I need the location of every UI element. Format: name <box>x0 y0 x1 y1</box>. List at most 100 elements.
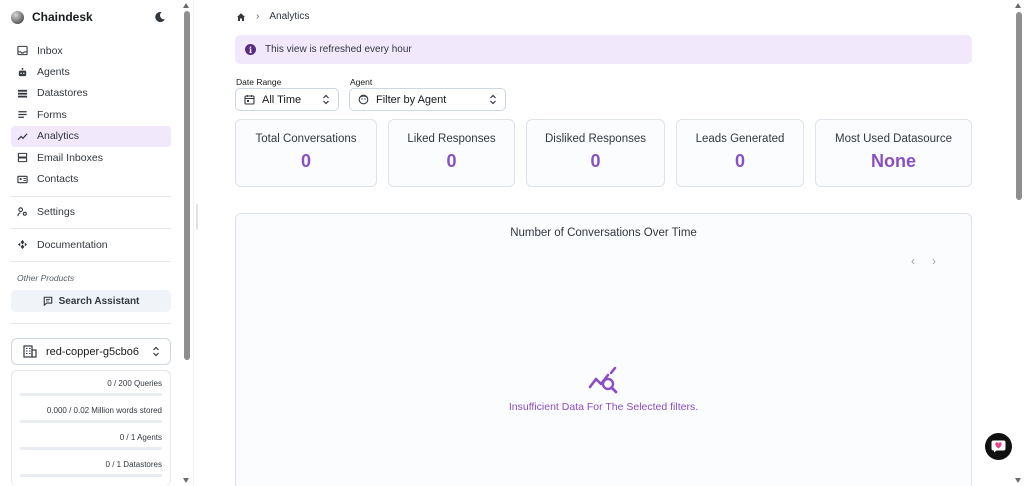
date-range-select[interactable]: All Time <box>235 88 339 111</box>
main-divider <box>193 0 194 486</box>
email-inbox-icon <box>17 152 28 163</box>
sidebar-item-agents[interactable]: Agents <box>11 61 171 82</box>
usage-queries-bar <box>20 393 162 396</box>
chevron-updown-icon <box>153 346 159 357</box>
sidebar-item-inbox[interactable]: Inbox <box>11 40 171 61</box>
alert-text: This view is refreshed every hour <box>265 44 412 55</box>
stat-value: None <box>871 151 916 171</box>
page-scroll-down-arrow[interactable] <box>1015 478 1021 483</box>
settings-icon <box>17 207 27 217</box>
chevron-updown-icon <box>490 94 496 105</box>
sidebar-item-datastores[interactable]: Datastores <box>11 83 171 104</box>
usage-datastores-bar <box>20 474 162 477</box>
agent-face-icon <box>358 94 369 105</box>
sidebar-item-label: Analytics <box>37 130 80 143</box>
forms-icon <box>18 111 27 119</box>
usage-datastores: 0 / 1 Datastores <box>105 460 162 469</box>
list-icon <box>17 89 28 98</box>
stat-value: 0 <box>590 151 601 171</box>
stat-value: 0 <box>734 151 745 171</box>
breadcrumb-separator: › <box>256 11 260 22</box>
info-icon: i <box>245 44 256 55</box>
sidebar-item-settings-wrap: Settings <box>11 201 171 222</box>
stat-card-leads-generated: Leads Generated 0 <box>676 119 804 187</box>
agent-label: Agent <box>350 77 373 87</box>
stat-title: Liked Responses <box>407 133 496 145</box>
sidebar-item-label: Forms <box>37 108 67 121</box>
stat-card-most-used-datasource: Most Used Datasource None <box>815 119 972 187</box>
calendar-icon <box>244 95 255 105</box>
usage-panel: 0 / 200 Queries 0.000 / 0.02 Million wor… <box>11 370 171 486</box>
usage-words-bar <box>20 420 162 423</box>
chat-heart-icon <box>991 440 1006 453</box>
sidebar-item-email-inboxes[interactable]: Email Inboxes <box>11 147 171 168</box>
documentation-icon <box>17 240 28 250</box>
resize-handle[interactable] <box>196 204 198 230</box>
robot-icon <box>18 67 27 76</box>
inbox-icon <box>17 46 28 56</box>
sidebar-item-label: Contacts <box>37 173 79 186</box>
dark-mode-toggle-icon[interactable] <box>154 11 166 23</box>
stat-title: Leads Generated <box>695 133 785 145</box>
sidebar-item-documentation[interactable]: Documentation <box>11 234 171 255</box>
date-range-value: All Time <box>262 93 302 106</box>
sidebar-divider <box>11 261 171 262</box>
breadcrumb-current: Analytics <box>269 11 310 22</box>
conversations-chart-card: Number of Conversations Over Time ‹ › In… <box>235 213 972 486</box>
sidebar-item-forms[interactable]: Forms <box>11 104 171 125</box>
trending-icon <box>17 133 28 140</box>
usage-agents: 0 / 1 Agents <box>119 433 162 442</box>
usage-words: 0.000 / 0.02 Million words stored <box>46 406 162 415</box>
stat-title: Most Used Datasource <box>835 133 952 145</box>
brand[interactable]: Chaindesk <box>11 10 93 24</box>
stat-card-liked-responses: Liked Responses 0 <box>388 119 515 187</box>
chat-icon <box>43 296 52 306</box>
usage-queries: 0 / 200 Queries <box>107 379 162 388</box>
contacts-icon <box>17 175 28 183</box>
search-assistant-button[interactable]: Search Assistant <box>11 290 171 312</box>
sidebar-scrollbar-thumb[interactable] <box>184 11 190 360</box>
home-icon[interactable] <box>236 12 246 22</box>
chart-prev-button[interactable]: ‹ <box>906 254 920 268</box>
refresh-info-alert: i This view is refreshed every hour <box>235 35 972 64</box>
sidebar-scroll-down-arrow[interactable] <box>183 478 189 483</box>
breadcrumb: › Analytics <box>236 11 309 22</box>
stat-title: Total Conversations <box>255 133 357 145</box>
sidebar-scroll-up-arrow[interactable] <box>183 3 189 8</box>
sidebar-divider <box>11 228 171 229</box>
sidebar-item-analytics[interactable]: Analytics <box>11 125 171 147</box>
other-products-label: Other Products <box>17 273 75 283</box>
stat-title: Disliked Responses <box>545 133 646 145</box>
sidebar-item-documentation-wrap: Documentation <box>11 234 171 255</box>
sidebar-divider <box>11 196 171 197</box>
sidebar-item-label: Documentation <box>37 238 108 251</box>
sidebar-item-label: Inbox <box>37 44 63 57</box>
chart-next-button[interactable]: › <box>927 254 941 268</box>
building-icon <box>23 345 37 358</box>
stat-value: 0 <box>446 151 457 171</box>
chart-empty-message: Insufficient Data For The Selected filte… <box>508 401 699 413</box>
agent-filter-placeholder: Filter by Agent <box>376 93 447 106</box>
chat-widget-button[interactable] <box>985 433 1012 460</box>
sidebar-item-label: Email Inboxes <box>37 151 103 164</box>
date-range-label: Date Range <box>236 77 282 87</box>
organization-select[interactable]: red-copper-g5cbo6 <box>11 338 171 365</box>
brand-name: Chaindesk <box>32 10 93 24</box>
brand-logo-icon <box>11 10 24 24</box>
stat-value: 0 <box>300 151 311 171</box>
agent-filter-select[interactable]: Filter by Agent <box>349 88 506 111</box>
page-scroll-up-arrow[interactable] <box>1015 3 1021 8</box>
sidebar-item-settings[interactable]: Settings <box>11 201 171 222</box>
chart-title: Number of Conversations Over Time <box>510 227 697 239</box>
search-assistant-label: Search Assistant <box>58 295 140 307</box>
sidebar: Chaindesk Inbox Agents Datastores Forms … <box>0 0 180 486</box>
chevron-updown-icon <box>323 94 329 105</box>
no-data-analytics-icon <box>588 367 618 394</box>
stat-card-total-conversations: Total Conversations 0 <box>235 119 377 187</box>
usage-agents-bar <box>20 447 162 450</box>
sidebar-item-contacts[interactable]: Contacts <box>11 168 171 189</box>
organization-name: red-copper-g5cbo6 <box>46 345 139 358</box>
page-scrollbar-thumb[interactable] <box>1016 12 1022 200</box>
stat-card-disliked-responses: Disliked Responses 0 <box>526 119 665 187</box>
sidebar-divider <box>11 323 171 324</box>
